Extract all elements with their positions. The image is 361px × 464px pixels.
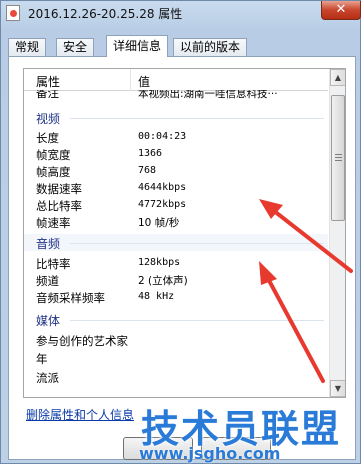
red-arrow-icon — [259, 261, 325, 383]
watermark: 技术员联盟 www.jsgho.com — [139, 396, 361, 464]
tab-details[interactable]: 详细信息 — [106, 35, 169, 57]
properties-window: 2016.12.26-20.25.28 属性 ✕ 常规 安全 详细信息 以前的版… — [0, 0, 361, 464]
annotation-arrows — [259, 199, 353, 383]
watermark-url: www.jsgho.com — [139, 444, 281, 463]
red-arrow-icon — [259, 199, 353, 273]
